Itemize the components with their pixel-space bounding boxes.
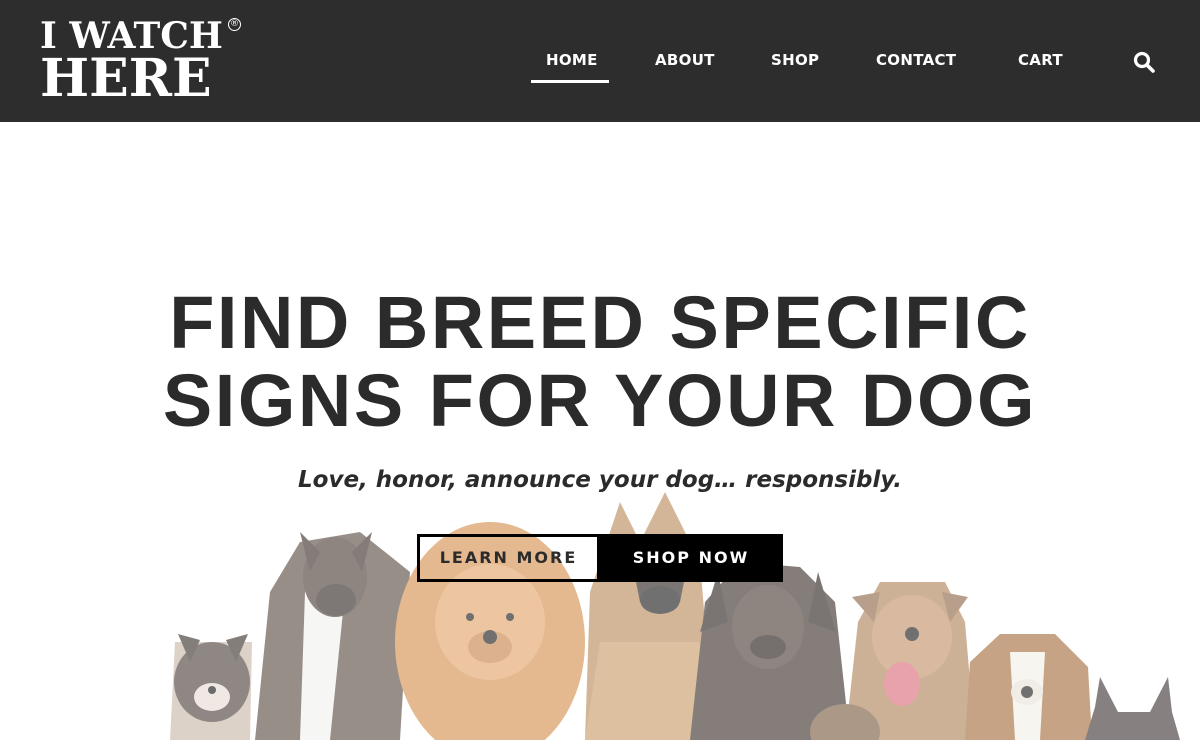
registered-mark: ® [228, 18, 241, 31]
nav-shop[interactable]: SHOP [771, 48, 819, 72]
nav-home[interactable]: HOME [546, 48, 598, 72]
search-button[interactable] [1132, 50, 1156, 74]
hero-subtitle: Love, honor, announce your dog… responsi… [298, 467, 902, 493]
hero-title-line-2: SIGNS FOR YOUR DOG [162, 359, 1038, 442]
active-nav-indicator [531, 80, 609, 83]
nav-contact[interactable]: CONTACT [876, 48, 956, 72]
hero-title-line-1: FIND BREED SPECIFIC [169, 281, 1031, 364]
dog-beagle [965, 634, 1092, 740]
site-header: I WATCH ® HERE HOME ABOUT SHOP CONTACT C… [0, 0, 1200, 122]
nav-about[interactable]: ABOUT [655, 48, 715, 72]
dog-boxer [255, 532, 410, 740]
hero-section: FIND BREED SPECIFIC SIGNS FOR YOUR DOG L… [0, 122, 1200, 740]
search-icon [1133, 51, 1155, 73]
learn-more-button[interactable]: LEARN MORE [417, 534, 600, 582]
dog-shiba [170, 634, 252, 740]
shop-now-button[interactable]: SHOP NOW [599, 534, 783, 582]
hero-title: FIND BREED SPECIFIC SIGNS FOR YOUR DOG [0, 284, 1200, 440]
dog-french-bulldog [1085, 677, 1180, 740]
nav-cart[interactable]: CART [1018, 48, 1063, 72]
